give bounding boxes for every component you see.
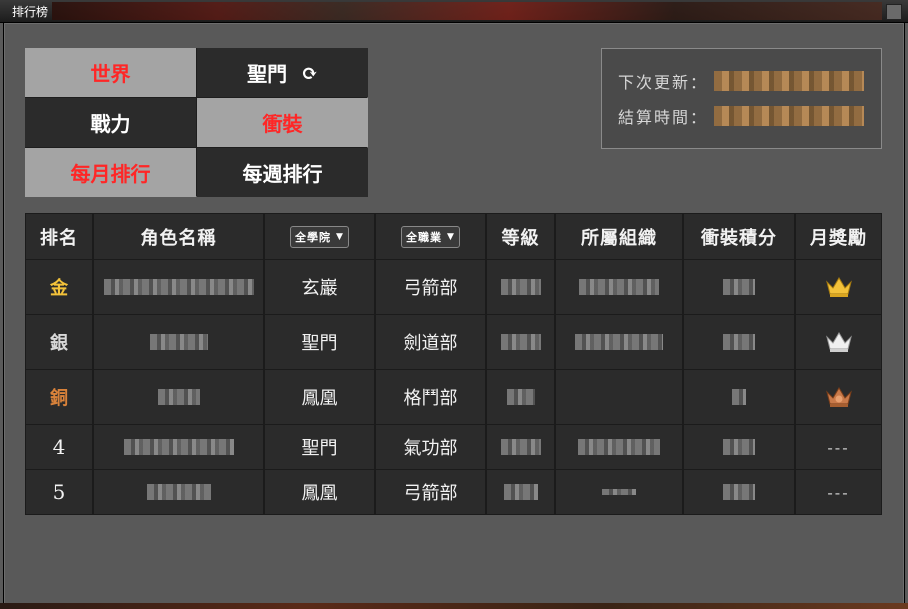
background-scene — [52, 2, 882, 20]
header-score: 衝裝積分 — [684, 214, 794, 259]
ranking-tabs: 世界 聖門 ⟳ 戰力 衝裝 每月排行 每週排行 — [25, 48, 368, 197]
next-update-row: 下次更新： — [618, 69, 865, 93]
next-update-value-redacted — [714, 71, 865, 91]
player-name-redacted — [94, 260, 263, 314]
class-cell: 氣功部 — [376, 425, 485, 469]
level-redacted — [487, 470, 554, 514]
tab-enhance[interactable]: 衝裝 — [197, 98, 368, 147]
chevron-down-icon: ▼ — [447, 231, 455, 242]
refresh-icon[interactable]: ⟳ — [301, 61, 318, 85]
tab-world[interactable]: 世界 — [25, 48, 196, 97]
table-row[interactable]: 銅 鳳凰 格鬥部 — [25, 370, 882, 424]
academy-cell: 鳳凰 — [265, 370, 374, 424]
score-redacted — [684, 370, 794, 424]
header-guild: 所屬組織 — [556, 214, 682, 259]
tab-holy-gate[interactable]: 聖門 ⟳ — [197, 48, 368, 97]
rank-gold: 金 — [26, 260, 92, 314]
player-name-redacted — [94, 425, 263, 469]
academy-cell: 鳳凰 — [265, 470, 374, 514]
no-reward: --- — [796, 470, 881, 514]
table-row[interactable]: 5 鳳凰 弓箭部 --- — [25, 470, 882, 514]
player-name-redacted — [94, 315, 263, 369]
table-row[interactable]: 銀 聖門 劍道部 — [25, 315, 882, 369]
class-cell: 弓箭部 — [376, 260, 485, 314]
rank-bronze: 銅 — [26, 370, 92, 424]
settle-time-value-redacted — [714, 106, 865, 126]
score-redacted — [684, 315, 794, 369]
player-name-redacted — [94, 370, 263, 424]
academy-filter-select[interactable]: 全學院 ▼ — [290, 225, 349, 248]
guild-redacted — [556, 425, 682, 469]
tab-monthly[interactable]: 每月排行 — [25, 148, 196, 197]
window-title: 排行榜 — [12, 5, 49, 19]
settle-time-label: 結算時間： — [618, 108, 709, 127]
window-close-button[interactable] — [886, 4, 902, 20]
score-redacted — [684, 470, 794, 514]
header-level: 等級 — [487, 214, 554, 259]
header-academy: 全學院 ▼ — [265, 214, 374, 259]
window-titlebar: 排行榜 — [0, 0, 908, 23]
level-redacted — [487, 315, 554, 369]
bronze-crown-icon — [825, 387, 852, 407]
table-row[interactable]: 金 玄巖 弓箭部 — [25, 260, 882, 314]
reward-cell — [796, 370, 881, 424]
reward-cell — [796, 260, 881, 314]
rank-number: 4 — [26, 425, 92, 469]
rank-silver: 銀 — [26, 315, 92, 369]
no-reward: --- — [796, 425, 881, 469]
academy-cell: 聖門 — [265, 315, 374, 369]
tab-combat-power[interactable]: 戰力 — [25, 98, 196, 147]
level-redacted — [487, 260, 554, 314]
guild-redacted — [556, 470, 682, 514]
score-redacted — [684, 425, 794, 469]
next-update-label: 下次更新： — [618, 73, 709, 92]
gold-crown-icon — [825, 277, 852, 297]
guild-redacted — [556, 315, 682, 369]
table-header: 排名 角色名稱 全學院 ▼ 全職業 ▼ 等級 所屬組織 衝裝積分 月獎勵 — [25, 214, 882, 259]
guild-redacted — [556, 260, 682, 314]
tab-weekly[interactable]: 每週排行 — [197, 148, 368, 197]
class-cell: 弓箭部 — [376, 470, 485, 514]
score-redacted — [684, 260, 794, 314]
header-rank: 排名 — [26, 214, 92, 259]
class-cell: 格鬥部 — [376, 370, 485, 424]
update-info-box: 下次更新： 結算時間： — [601, 48, 882, 149]
table-row[interactable]: 4 聖門 氣功部 --- — [25, 425, 882, 469]
level-redacted — [487, 425, 554, 469]
settle-time-row: 結算時間： — [618, 104, 865, 128]
ranking-table: 排名 角色名稱 全學院 ▼ 全職業 ▼ 等級 所屬組織 衝裝積分 月獎勵 金 玄巖 … — [25, 213, 882, 515]
chevron-down-icon: ▼ — [336, 231, 344, 242]
player-name-redacted — [94, 470, 263, 514]
header-name: 角色名稱 — [94, 214, 263, 259]
header-class: 全職業 ▼ — [376, 214, 485, 259]
class-filter-select[interactable]: 全職業 ▼ — [401, 225, 460, 248]
rank-number: 5 — [26, 470, 92, 514]
guild-empty — [556, 370, 682, 424]
academy-cell: 玄巖 — [265, 260, 374, 314]
reward-cell — [796, 315, 881, 369]
header-reward: 月獎勵 — [796, 214, 881, 259]
class-cell: 劍道部 — [376, 315, 485, 369]
silver-crown-icon — [825, 332, 852, 352]
level-redacted — [487, 370, 554, 424]
background-scene-bottom — [0, 603, 908, 609]
academy-cell: 聖門 — [265, 425, 374, 469]
